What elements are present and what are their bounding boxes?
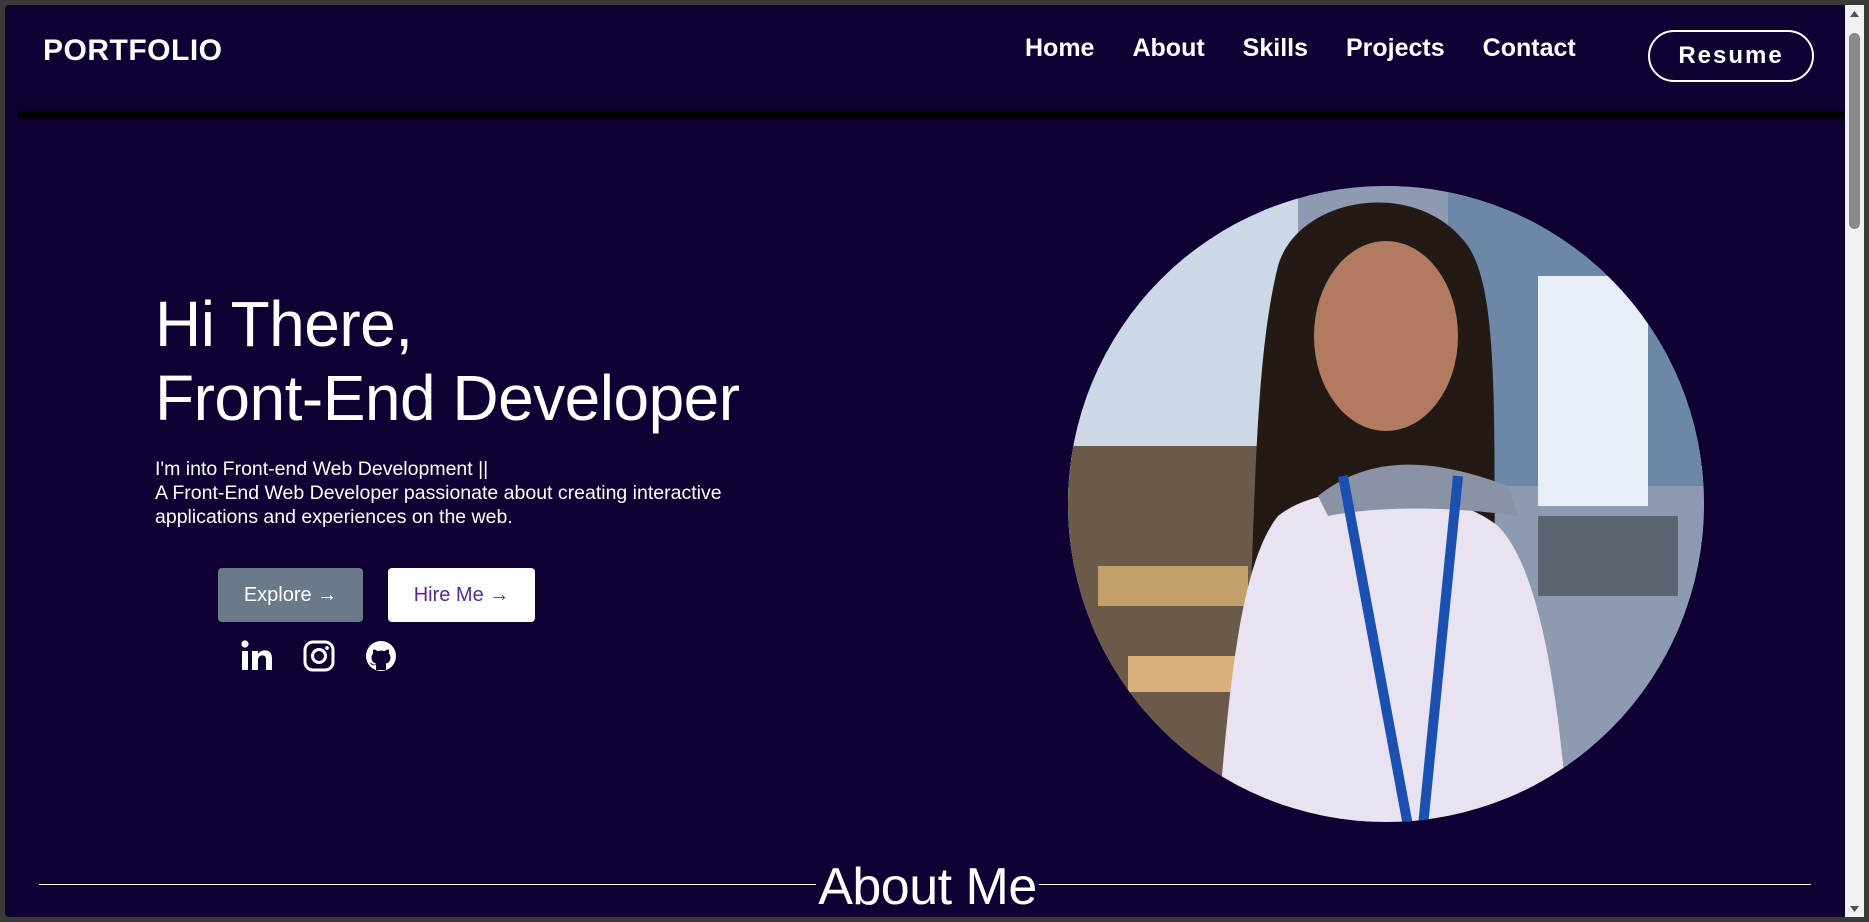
resume-button[interactable]: Resume bbox=[1648, 30, 1814, 82]
github-icon[interactable] bbox=[364, 639, 398, 673]
vertical-scrollbar[interactable] bbox=[1845, 5, 1864, 917]
hero-title-line2: Front-End Developer bbox=[155, 362, 740, 434]
hero-title: Hi There, Front-End Developer bbox=[155, 287, 740, 435]
nav-home[interactable]: Home bbox=[1025, 34, 1094, 63]
scrollbar-thumb[interactable] bbox=[1849, 33, 1860, 229]
nav-about[interactable]: About bbox=[1132, 34, 1204, 63]
navbar: PORTFOLIO Home About Skills Projects Con… bbox=[5, 5, 1850, 111]
profile-photo-illustration bbox=[1068, 186, 1704, 822]
instagram-icon[interactable] bbox=[302, 639, 336, 673]
site-logo[interactable]: PORTFOLIO bbox=[43, 34, 223, 68]
hero-description-line2: applications and experiences on the web. bbox=[155, 506, 513, 528]
nav-contact[interactable]: Contact bbox=[1483, 34, 1576, 63]
hire-me-button[interactable]: Hire Me → bbox=[388, 568, 535, 622]
hero-tagline: I'm into Front-end Web Development || bbox=[155, 458, 489, 480]
page-viewport: PORTFOLIO Home About Skills Projects Con… bbox=[5, 5, 1850, 917]
hero-title-line1: Hi There, bbox=[155, 288, 413, 360]
scroll-down-arrow-icon[interactable] bbox=[1845, 900, 1864, 917]
about-heading-text: About Me bbox=[816, 858, 1039, 916]
nav-skills[interactable]: Skills bbox=[1243, 34, 1308, 63]
profile-photo bbox=[1068, 186, 1704, 822]
hero-description: I'm into Front-end Web Development || A … bbox=[155, 457, 795, 529]
explore-button[interactable]: Explore → bbox=[218, 568, 363, 622]
navbar-shadow bbox=[17, 111, 1850, 121]
linkedin-icon[interactable] bbox=[240, 639, 274, 673]
hero-description-line1: A Front-End Web Developer passionate abo… bbox=[155, 482, 722, 504]
nav-projects[interactable]: Projects bbox=[1346, 34, 1445, 63]
scroll-up-arrow-icon[interactable] bbox=[1845, 5, 1864, 22]
nav-links: Home About Skills Projects Contact bbox=[1025, 34, 1614, 63]
about-heading: About Me bbox=[5, 857, 1850, 917]
social-links bbox=[240, 639, 398, 673]
